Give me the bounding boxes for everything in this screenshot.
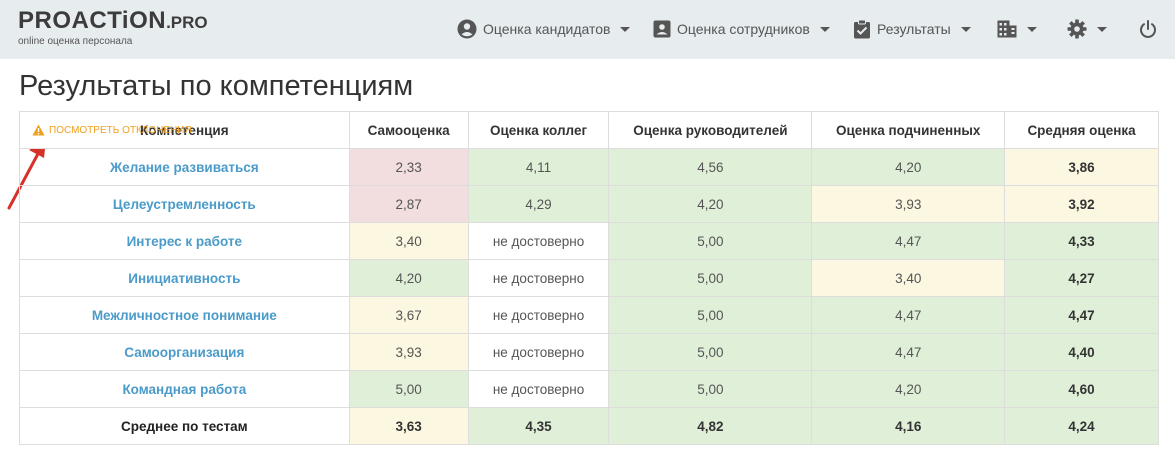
table-footer-row: Среднее по тестам 3,63 4,35 4,82 4,16 4,24: [19, 407, 1159, 445]
score-subordinates: 4,47: [811, 296, 1006, 334]
table-row: Желание развиваться 2,33 4,11 4,56 4,20 3,86: [19, 148, 1159, 186]
chevron-down-icon: [960, 26, 971, 32]
nav-settings-menu[interactable]: [1067, 17, 1107, 41]
score-colleagues: не достоверно: [467, 259, 610, 297]
chevron-down-icon: [1027, 26, 1037, 32]
header-competency: Посмотреть отклонения Компетенция: [19, 111, 350, 149]
logo-wordmark: PROACTiON.PRO: [18, 7, 208, 34]
view-deviations-label: Посмотреть отклонения: [49, 124, 192, 136]
score-self-assessment: 3,63: [348, 407, 469, 445]
competency-link[interactable]: Самоорганизация: [19, 333, 350, 371]
view-deviations-link[interactable]: Посмотреть отклонения: [32, 124, 192, 136]
power-icon: [1140, 20, 1156, 38]
score-colleagues: не достоверно: [467, 333, 610, 371]
competency-results-table: Посмотреть отклонения Компетенция Самооц…: [19, 111, 1159, 445]
score-average: 3,92: [1004, 185, 1159, 223]
competency-link[interactable]: Межличностное понимание: [19, 296, 350, 334]
chevron-down-icon: [620, 26, 631, 32]
score-average: 4,47: [1004, 296, 1159, 334]
score-colleagues: 4,35: [467, 407, 610, 445]
nav-employees-menu[interactable]: Оценка сотрудников: [653, 17, 830, 41]
score-managers: 5,00: [608, 370, 813, 408]
score-subordinates: 4,20: [811, 148, 1006, 186]
score-managers: 5,00: [608, 333, 813, 371]
id-card-icon: [653, 20, 671, 38]
score-self-assessment: 2,87: [348, 185, 469, 223]
score-average: 4,27: [1004, 259, 1159, 297]
header-colleagues: Оценка коллег: [467, 111, 610, 149]
score-average: 4,33: [1004, 222, 1159, 260]
table-row: Самоорганизация 3,93 не достоверно 5,00 4,47…: [19, 333, 1159, 371]
score-self-assessment: 3,40: [348, 222, 469, 260]
table-row: Целеустремленность 2,87 4,29 4,20 3,93 3,92: [19, 185, 1159, 223]
nav-results-menu[interactable]: Результаты: [853, 17, 971, 41]
table-header-row: Посмотреть отклонения Компетенция Самооц…: [19, 111, 1159, 149]
clipboard-check-icon: [854, 19, 870, 39]
competency-link[interactable]: Целеустремленность: [19, 185, 350, 223]
user-circle-icon: [457, 19, 477, 39]
score-average: 4,40: [1004, 333, 1159, 371]
score-average: 3,86: [1004, 148, 1159, 186]
nav-employees-label: Оценка сотрудников: [677, 21, 810, 37]
header-average: Средняя оценка: [1004, 111, 1159, 149]
score-subordinates: 4,16: [811, 407, 1006, 445]
header-self-assessment: Самооценка: [348, 111, 469, 149]
score-managers: 4,82: [608, 407, 813, 445]
competency-link[interactable]: Инициативность: [19, 259, 350, 297]
score-average: 4,60: [1004, 370, 1159, 408]
chevron-down-icon: [819, 26, 830, 32]
score-subordinates: 4,47: [811, 333, 1006, 371]
table-row: Интерес к работе 3,40 не достоверно 5,00 4,4…: [19, 222, 1159, 260]
score-colleagues: не достоверно: [467, 296, 610, 334]
score-subordinates: 4,47: [811, 222, 1006, 260]
header-subordinates: Оценка подчиненных: [811, 111, 1006, 149]
score-colleagues: не достоверно: [467, 370, 610, 408]
gear-icon: [1067, 19, 1087, 39]
score-subordinates: 3,93: [811, 185, 1006, 223]
score-subordinates: 4,20: [811, 370, 1006, 408]
nav-candidates-label: Оценка кандидатов: [483, 21, 611, 37]
score-colleagues: не достоверно: [467, 222, 610, 260]
score-colleagues: 4,29: [467, 185, 610, 223]
competency-link[interactable]: Интерес к работе: [19, 222, 350, 260]
warning-icon: [32, 124, 45, 136]
score-self-assessment: 3,67: [348, 296, 469, 334]
logo-tagline: online оценка персонала: [18, 36, 133, 47]
chevron-down-icon: [1097, 26, 1107, 32]
logout-button[interactable]: [1139, 17, 1157, 41]
score-self-assessment: 4,20: [348, 259, 469, 297]
score-self-assessment: 2,33: [348, 148, 469, 186]
score-managers: 5,00: [608, 259, 813, 297]
footer-label: Среднее по тестам: [19, 407, 350, 445]
score-colleagues: 4,11: [467, 148, 610, 186]
table-row: Инициативность 4,20 не достоверно 5,00 3,40 4…: [19, 259, 1159, 297]
page-title: Результаты по компетенциям: [19, 70, 414, 102]
score-managers: 5,00: [608, 222, 813, 260]
score-subordinates: 3,40: [811, 259, 1006, 297]
score-self-assessment: 5,00: [348, 370, 469, 408]
header-managers: Оценка руководителей: [608, 111, 813, 149]
score-managers: 5,00: [608, 296, 813, 334]
nav-organization-menu[interactable]: [997, 17, 1037, 41]
score-managers: 4,20: [608, 185, 813, 223]
score-managers: 4,56: [608, 148, 813, 186]
nav-candidates-menu[interactable]: Оценка кандидатов: [457, 17, 631, 41]
competency-link[interactable]: Желание развиваться: [19, 148, 350, 186]
table-row: Командная работа 5,00 не достоверно 5,00 4,2…: [19, 370, 1159, 408]
nav-results-label: Результаты: [877, 21, 951, 37]
table-row: Межличностное понимание 3,67 не достоверно…: [19, 296, 1159, 334]
logo[interactable]: PROACTiON.PRO online оценка персонала: [18, 8, 208, 47]
score-self-assessment: 3,93: [348, 333, 469, 371]
building-icon: [997, 20, 1017, 38]
competency-link[interactable]: Командная работа: [19, 370, 350, 408]
score-average: 4,24: [1004, 407, 1159, 445]
top-navbar: PROACTiON.PRO online оценка персонала Оц…: [0, 0, 1175, 59]
